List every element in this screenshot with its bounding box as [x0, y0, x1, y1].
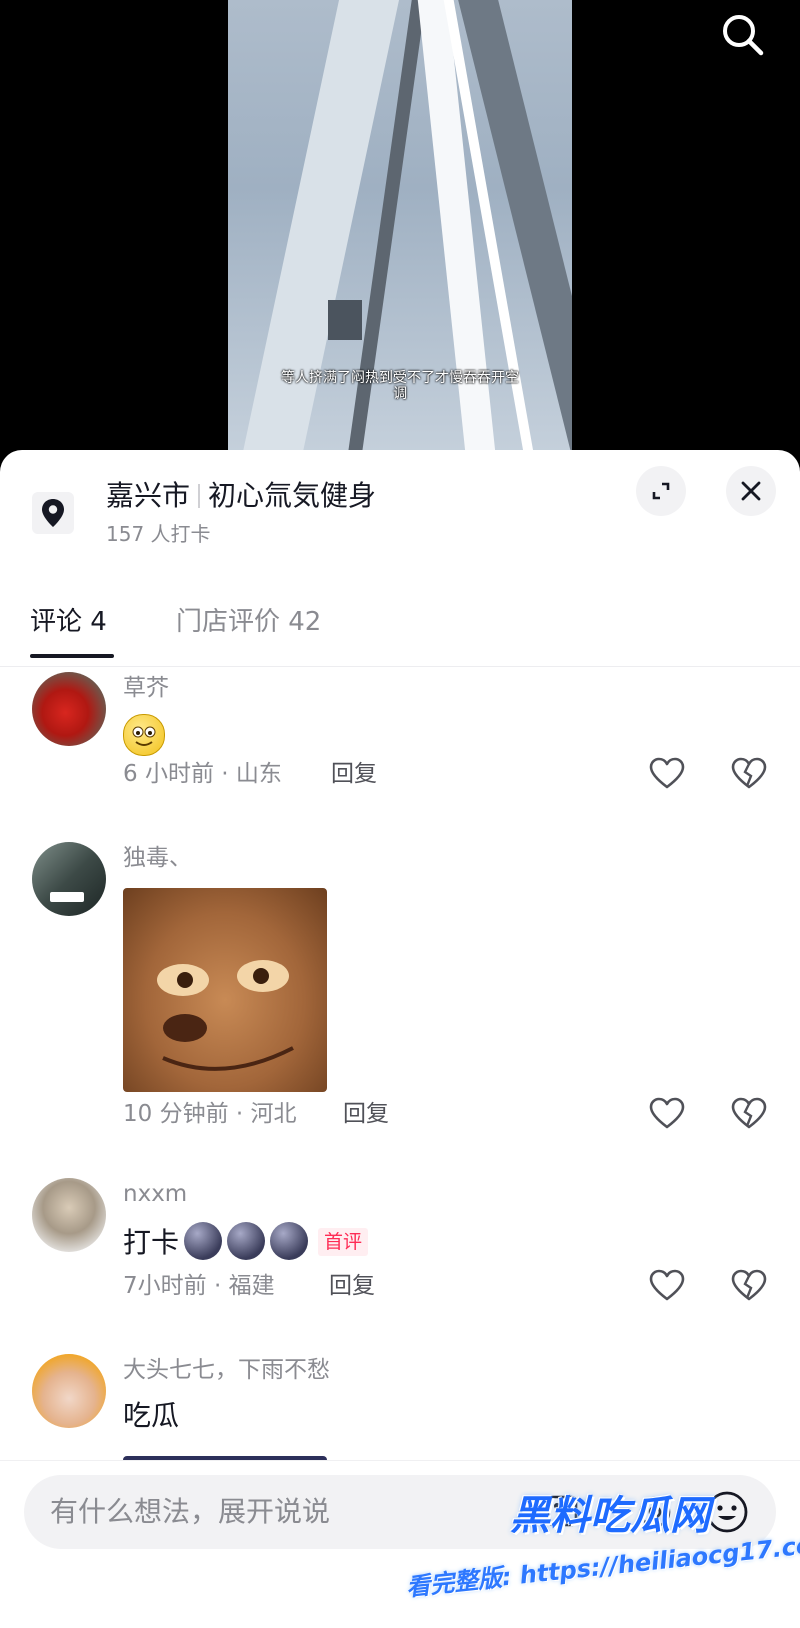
comment-item: 草芥 6 小时前 · 山东 回复: [0, 666, 800, 836]
title-divider: [198, 484, 201, 508]
reply-button[interactable]: 回复: [343, 1098, 389, 1130]
emoji-icon: [270, 1222, 309, 1260]
comment-text: 吃瓜: [123, 1399, 180, 1432]
comment-meta: 10 分钟前 · 河北: [123, 1101, 297, 1127]
like-heart-icon[interactable]: [647, 754, 687, 794]
emoji-picker-icon[interactable]: [704, 1489, 750, 1535]
comment-text: 打卡 首评: [123, 1222, 369, 1263]
checkin-count: 157 人打卡: [106, 522, 211, 546]
video-player[interactable]: 等人挤满了闷热到受不了才慢吞吞开空 调: [0, 0, 800, 470]
comment-item: 独毒、 10 分钟前 · 河北 回复: [0, 836, 800, 1170]
video-caption: 等人挤满了闷热到受不了才慢吞吞开空 调: [228, 370, 572, 402]
comment-meta: 7小时前 · 福建: [123, 1273, 275, 1299]
search-icon[interactable]: [718, 10, 768, 60]
smile-emoji-icon: [123, 714, 165, 756]
avatar[interactable]: [32, 1354, 106, 1428]
like-heart-icon[interactable]: [647, 1266, 687, 1306]
broken-heart-icon[interactable]: [729, 1094, 769, 1134]
air-vent: [328, 300, 362, 340]
reply-button[interactable]: 回复: [331, 758, 377, 790]
location-pin-icon: [32, 492, 74, 534]
close-button[interactable]: [726, 466, 776, 516]
comments-sheet: 嘉兴市 初心氚気健身 157 人打卡 评论 4 门店评价 42 草芥 6 小时前…: [0, 450, 800, 1628]
tab-store-reviews[interactable]: 门店评价 42: [176, 602, 321, 642]
location-venue: 初心氚気健身: [208, 479, 377, 512]
comment-username[interactable]: nxxm: [123, 1178, 187, 1210]
avatar-label-mark: [50, 892, 84, 902]
tab-comments[interactable]: 评论 4: [30, 602, 107, 642]
broken-heart-icon[interactable]: [729, 1266, 769, 1306]
location-city: 嘉兴市: [106, 479, 191, 512]
video-frame: 等人挤满了闷热到受不了才慢吞吞开空 调: [228, 0, 572, 470]
broken-heart-icon[interactable]: [729, 754, 769, 794]
first-comment-badge: 首评: [318, 1228, 369, 1256]
avatar[interactable]: [32, 672, 106, 746]
emoji-icon: [227, 1222, 266, 1260]
tab-bar: 评论 4 门店评价 42: [0, 580, 800, 667]
comment-item: 大头七七，下雨不愁 吃瓜: [0, 1346, 800, 1466]
comment-username[interactable]: 草芥: [123, 672, 169, 704]
comment-meta: 6 小时前 · 山东: [123, 761, 282, 787]
emoji-icon: [184, 1222, 223, 1260]
location-title[interactable]: 嘉兴市 初心氚気健身: [106, 476, 376, 516]
comment-username[interactable]: 大头七七，下雨不愁: [123, 1354, 330, 1386]
caption-line: 调: [393, 386, 407, 402]
comment-text-content: 打卡: [123, 1226, 180, 1259]
comment-input-bar: 有什么想法，展开说说 黑料吃瓜网 看完整版: https://heiliaocg…: [0, 1460, 800, 1628]
comment-item: nxxm 打卡 首评 7小时前 · 福建 回复: [0, 1170, 800, 1340]
avatar[interactable]: [32, 1178, 106, 1252]
avatar[interactable]: [32, 842, 106, 916]
comment-input-placeholder: 有什么想法，展开说说: [50, 1495, 331, 1528]
reply-button[interactable]: 回复: [329, 1270, 375, 1302]
comment-username[interactable]: 独毒、: [123, 842, 192, 874]
watermark-logo: 黑料吃瓜网: [510, 1493, 710, 1539]
like-heart-icon[interactable]: [647, 1094, 687, 1134]
close-icon: [741, 481, 761, 501]
active-tab-indicator: [30, 654, 114, 658]
expand-icon: [652, 482, 670, 500]
caption-line: 等人挤满了闷热到受不了才慢吞吞开空: [281, 370, 519, 386]
expand-button[interactable]: [636, 466, 686, 516]
bear-sticker-image[interactable]: [123, 888, 327, 1092]
